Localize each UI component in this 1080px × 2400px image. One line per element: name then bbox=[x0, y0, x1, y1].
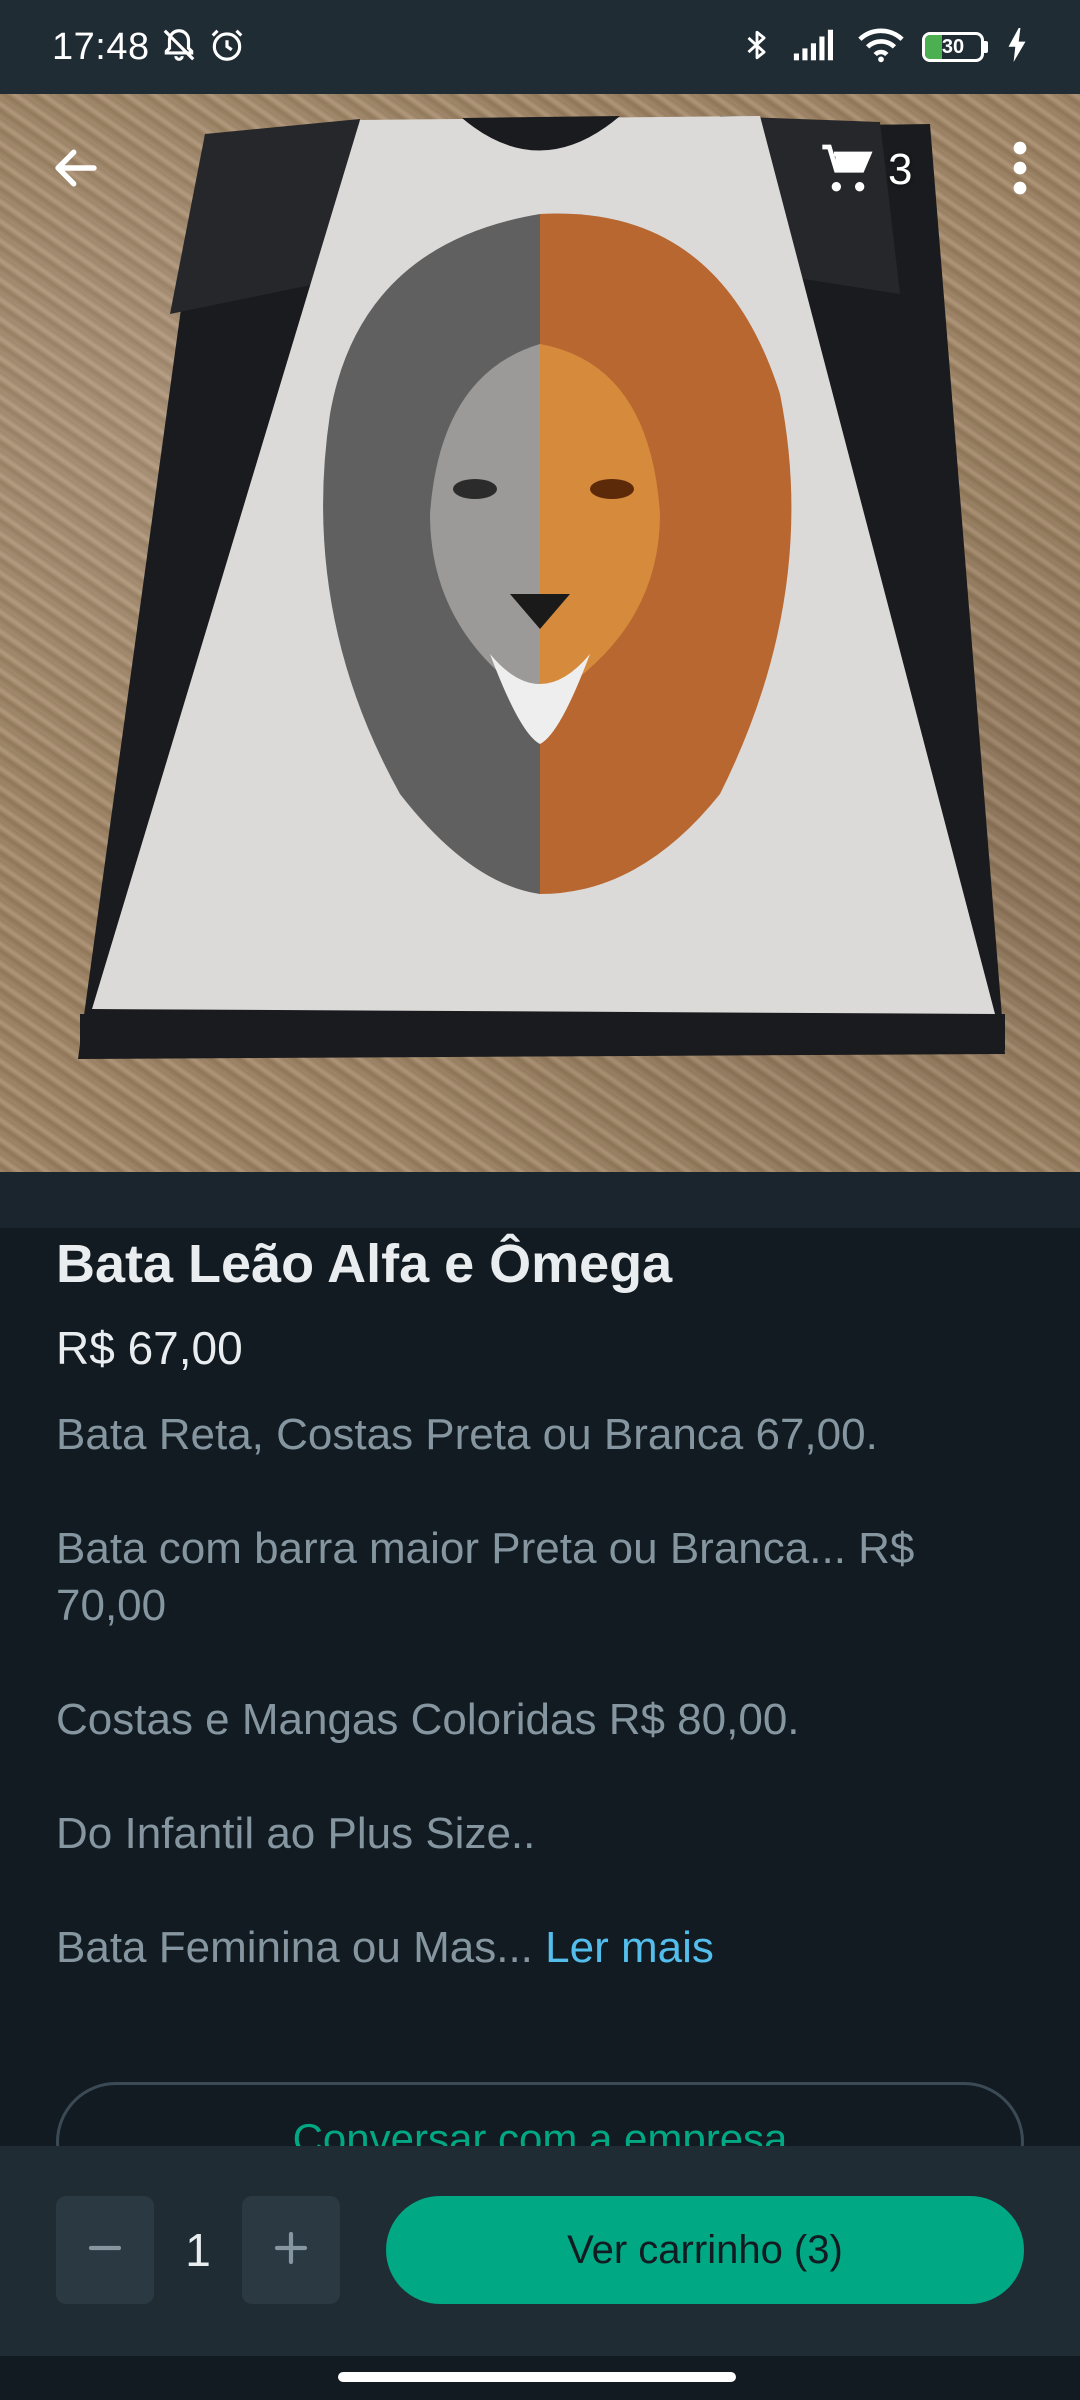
view-cart-button[interactable]: Ver carrinho (3) bbox=[386, 2196, 1024, 2304]
cart-button[interactable]: 3 bbox=[820, 130, 912, 210]
status-left-icons bbox=[160, 26, 246, 69]
status-bar: 17:48 30 bbox=[0, 0, 1080, 94]
bluetooth-icon bbox=[740, 26, 774, 69]
description-truncated-text: Bata Feminina ou Mas... bbox=[56, 1923, 546, 1972]
description-line-truncated: Bata Feminina ou Mas... Ler mais bbox=[56, 1919, 1026, 1976]
more-vert-icon bbox=[1012, 140, 1028, 201]
cart-icon bbox=[820, 140, 876, 201]
battery-tip bbox=[984, 41, 988, 53]
battery-level: 30 bbox=[941, 35, 965, 58]
wifi-icon bbox=[858, 27, 904, 68]
status-time: 17:48 bbox=[52, 25, 150, 68]
product-details: Bata Leão Alfa e Ômega R$ 67,00 Bata Ret… bbox=[56, 1228, 1026, 1976]
product-image[interactable]: 3 bbox=[0, 94, 1080, 1172]
notifications-off-icon bbox=[160, 26, 198, 69]
description-line: Do Infantil ao Plus Size.. bbox=[56, 1809, 536, 1858]
lion-eye-right bbox=[590, 479, 634, 499]
minus-icon bbox=[84, 2227, 126, 2274]
bottom-action-bar: 1 Ver carrinho (3) bbox=[0, 2146, 1080, 2356]
image-bottom-shade bbox=[0, 1172, 1080, 1228]
more-options-button[interactable] bbox=[990, 130, 1050, 210]
plus-icon bbox=[270, 2227, 312, 2274]
dress-hem bbox=[80, 1014, 1005, 1050]
increase-quantity-button[interactable] bbox=[242, 2196, 340, 2304]
read-more-link[interactable]: Ler mais bbox=[545, 1923, 714, 1972]
quantity-value: 1 bbox=[185, 2224, 211, 2276]
decrease-quantity-button[interactable] bbox=[56, 2196, 154, 2304]
arrow-left-icon bbox=[49, 141, 103, 200]
navigation-bar bbox=[0, 2356, 1080, 2400]
battery-body: 30 bbox=[922, 32, 984, 62]
description-line: Bata Reta, Costas Preta ou Branca 67,00. bbox=[56, 1410, 878, 1459]
signal-icon bbox=[792, 28, 840, 67]
alarm-icon bbox=[208, 26, 246, 69]
description-line: Bata com barra maior Preta ou Branca... … bbox=[56, 1524, 915, 1630]
product-description: Bata Reta, Costas Preta ou Branca 67,00.… bbox=[56, 1406, 1026, 1976]
charging-icon bbox=[1006, 27, 1028, 67]
battery-icon: 30 bbox=[922, 32, 988, 62]
status-right-icons: 30 bbox=[740, 26, 1028, 69]
product-price: R$ 67,00 bbox=[56, 1322, 243, 1374]
back-button[interactable] bbox=[36, 130, 116, 210]
lion-eye-left bbox=[453, 479, 497, 499]
cart-count: 3 bbox=[888, 145, 913, 194]
product-title: Bata Leão Alfa e Ômega bbox=[56, 1234, 673, 1294]
product-photo-illustration bbox=[78, 116, 1005, 1059]
home-indicator[interactable] bbox=[338, 2372, 736, 2382]
description-line: Costas e Mangas Coloridas R$ 80,00. bbox=[56, 1695, 800, 1744]
